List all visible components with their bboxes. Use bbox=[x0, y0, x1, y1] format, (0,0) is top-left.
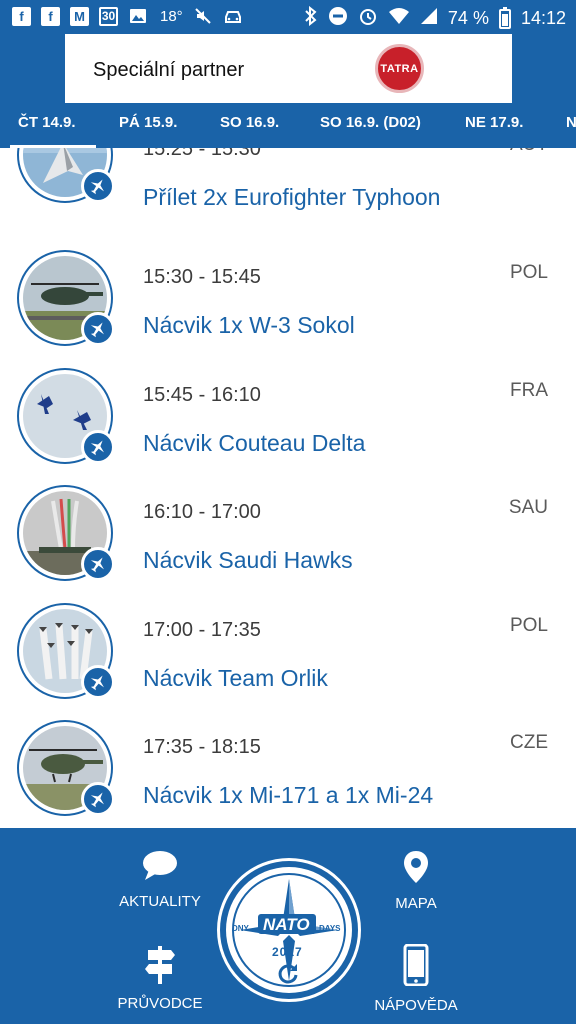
mute-icon bbox=[193, 6, 213, 26]
logo-nato: NATO bbox=[263, 915, 310, 934]
tatra-logo-text: TATRA bbox=[380, 62, 419, 75]
alarm-icon bbox=[358, 6, 378, 31]
event-title: Přílet 2x Eurofighter Typhoon bbox=[143, 184, 441, 210]
event-time: 17:35 - 18:15 bbox=[143, 736, 261, 758]
help-label: NÁPOVĚDA bbox=[374, 997, 458, 1014]
battery-percent: 74 % bbox=[447, 8, 489, 28]
wifi-icon bbox=[388, 7, 410, 30]
airplane-icon bbox=[81, 430, 115, 464]
status-bar: f f M 30 18° 74 % 14:12 bbox=[0, 0, 576, 34]
refresh-logo-button[interactable]: DNY NATO DAYS 2017 bbox=[217, 858, 361, 1002]
tab-ct-14[interactable]: ČT 14.9. bbox=[18, 114, 76, 131]
event-title: Nácvik 1x W-3 Sokol bbox=[143, 312, 355, 338]
help-button[interactable]: NÁPOVĚDA bbox=[356, 943, 476, 1014]
airplane-icon bbox=[81, 782, 115, 816]
list-item[interactable]: 15:45 - 16:10 FRA Nácvik Couteau Delta bbox=[0, 368, 576, 485]
chat-bubble-icon bbox=[141, 850, 179, 887]
event-time: 16:10 - 17:00 bbox=[143, 501, 261, 523]
image-icon bbox=[128, 6, 148, 26]
event-country: CZE bbox=[510, 732, 548, 753]
guide-button[interactable]: PRŮVODCE bbox=[100, 944, 220, 1012]
list-item[interactable]: 16:10 - 17:00 SAU Nácvik Saudi Hawks bbox=[0, 485, 576, 602]
guide-label: PRŮVODCE bbox=[117, 995, 203, 1012]
map-pin-icon bbox=[402, 850, 430, 889]
event-thumbnail bbox=[17, 368, 115, 464]
airplane-icon bbox=[81, 312, 115, 346]
bluetooth-icon bbox=[304, 5, 318, 31]
facebook-icon: f bbox=[12, 6, 31, 26]
tatra-logo: TATRA bbox=[375, 44, 424, 93]
partner-banner[interactable]: Speciální partner TATRA bbox=[65, 34, 512, 103]
event-title: Nácvik 1x Mi-171 a 1x Mi-24 bbox=[143, 782, 434, 808]
airplane-icon bbox=[81, 547, 115, 581]
logo-days: DAYS bbox=[319, 924, 341, 933]
event-country: SAU bbox=[508, 497, 548, 518]
list-item[interactable]: 15:25 - 15:30 AUT Přílet 2x Eurofighter … bbox=[0, 148, 576, 228]
event-time: 15:25 - 15:30 bbox=[143, 148, 261, 160]
phone-icon bbox=[403, 943, 429, 991]
news-button[interactable]: AKTUALITY bbox=[100, 850, 220, 910]
event-thumbnail bbox=[17, 250, 115, 346]
tab-so-16-d02[interactable]: SO 16.9. (D02) bbox=[320, 114, 421, 131]
temperature: 18° bbox=[160, 7, 183, 25]
event-title: Nácvik Couteau Delta bbox=[143, 430, 366, 456]
bottom-navigation: AKTUALITY MAPA PRŮVODCE NÁPOVĚDA DNY NAT… bbox=[0, 828, 576, 1024]
event-country: FRA bbox=[510, 380, 548, 401]
signpost-icon bbox=[143, 944, 177, 989]
battery-icon bbox=[498, 6, 511, 29]
event-country: POL bbox=[509, 615, 548, 636]
event-country: POL bbox=[509, 262, 548, 283]
event-thumbnail bbox=[17, 148, 115, 203]
news-label: AKTUALITY bbox=[119, 893, 201, 910]
schedule-list[interactable]: 15:25 - 15:30 AUT Přílet 2x Eurofighter … bbox=[0, 148, 576, 828]
clock: 14:12 bbox=[520, 8, 566, 28]
list-item[interactable]: 17:00 - 17:35 POL Nácvik Team Orlik bbox=[0, 603, 576, 720]
car-icon bbox=[223, 6, 243, 26]
tab-so-16[interactable]: SO 16.9. bbox=[220, 114, 279, 131]
event-title: Nácvik Team Orlik bbox=[143, 665, 328, 691]
event-thumbnail bbox=[17, 603, 115, 699]
event-title: Nácvik Saudi Hawks bbox=[143, 547, 353, 573]
dnd-icon bbox=[328, 6, 348, 31]
list-item[interactable]: 17:35 - 18:15 CZE Nácvik 1x Mi-171 a 1x … bbox=[0, 720, 576, 828]
map-button[interactable]: MAPA bbox=[356, 850, 476, 912]
facebook-icon: f bbox=[41, 6, 60, 26]
list-item[interactable]: 15:30 - 15:45 POL Nácvik 1x W-3 Sokol bbox=[0, 250, 576, 367]
tab-pa-15[interactable]: PÁ 15.9. bbox=[119, 114, 177, 131]
event-time: 15:30 - 15:45 bbox=[143, 266, 261, 288]
partner-label: Speciální partner bbox=[93, 59, 245, 81]
signal-icon bbox=[420, 7, 438, 30]
header: Speciální partner TATRA ČT 14.9. PÁ 15.9… bbox=[0, 34, 576, 148]
event-time: 15:45 - 16:10 bbox=[143, 384, 261, 406]
logo-dny: DNY bbox=[232, 924, 249, 933]
refresh-icon bbox=[276, 961, 300, 990]
logo-year: 2017 bbox=[272, 945, 303, 959]
airplane-icon bbox=[81, 665, 115, 699]
map-label: MAPA bbox=[395, 895, 437, 912]
calendar-icon: 30 bbox=[99, 6, 118, 26]
event-thumbnail bbox=[17, 485, 115, 581]
airplane-icon bbox=[81, 169, 115, 203]
event-time: 17:00 - 17:35 bbox=[143, 619, 261, 641]
nato-days-logo: DNY NATO DAYS 2017 bbox=[226, 867, 352, 993]
tab-ne-17[interactable]: NE 17.9. bbox=[465, 114, 523, 131]
gmail-icon: M bbox=[70, 6, 89, 26]
event-thumbnail bbox=[17, 720, 115, 816]
tab-next[interactable]: N bbox=[566, 114, 576, 131]
event-country: AUT bbox=[510, 148, 548, 156]
